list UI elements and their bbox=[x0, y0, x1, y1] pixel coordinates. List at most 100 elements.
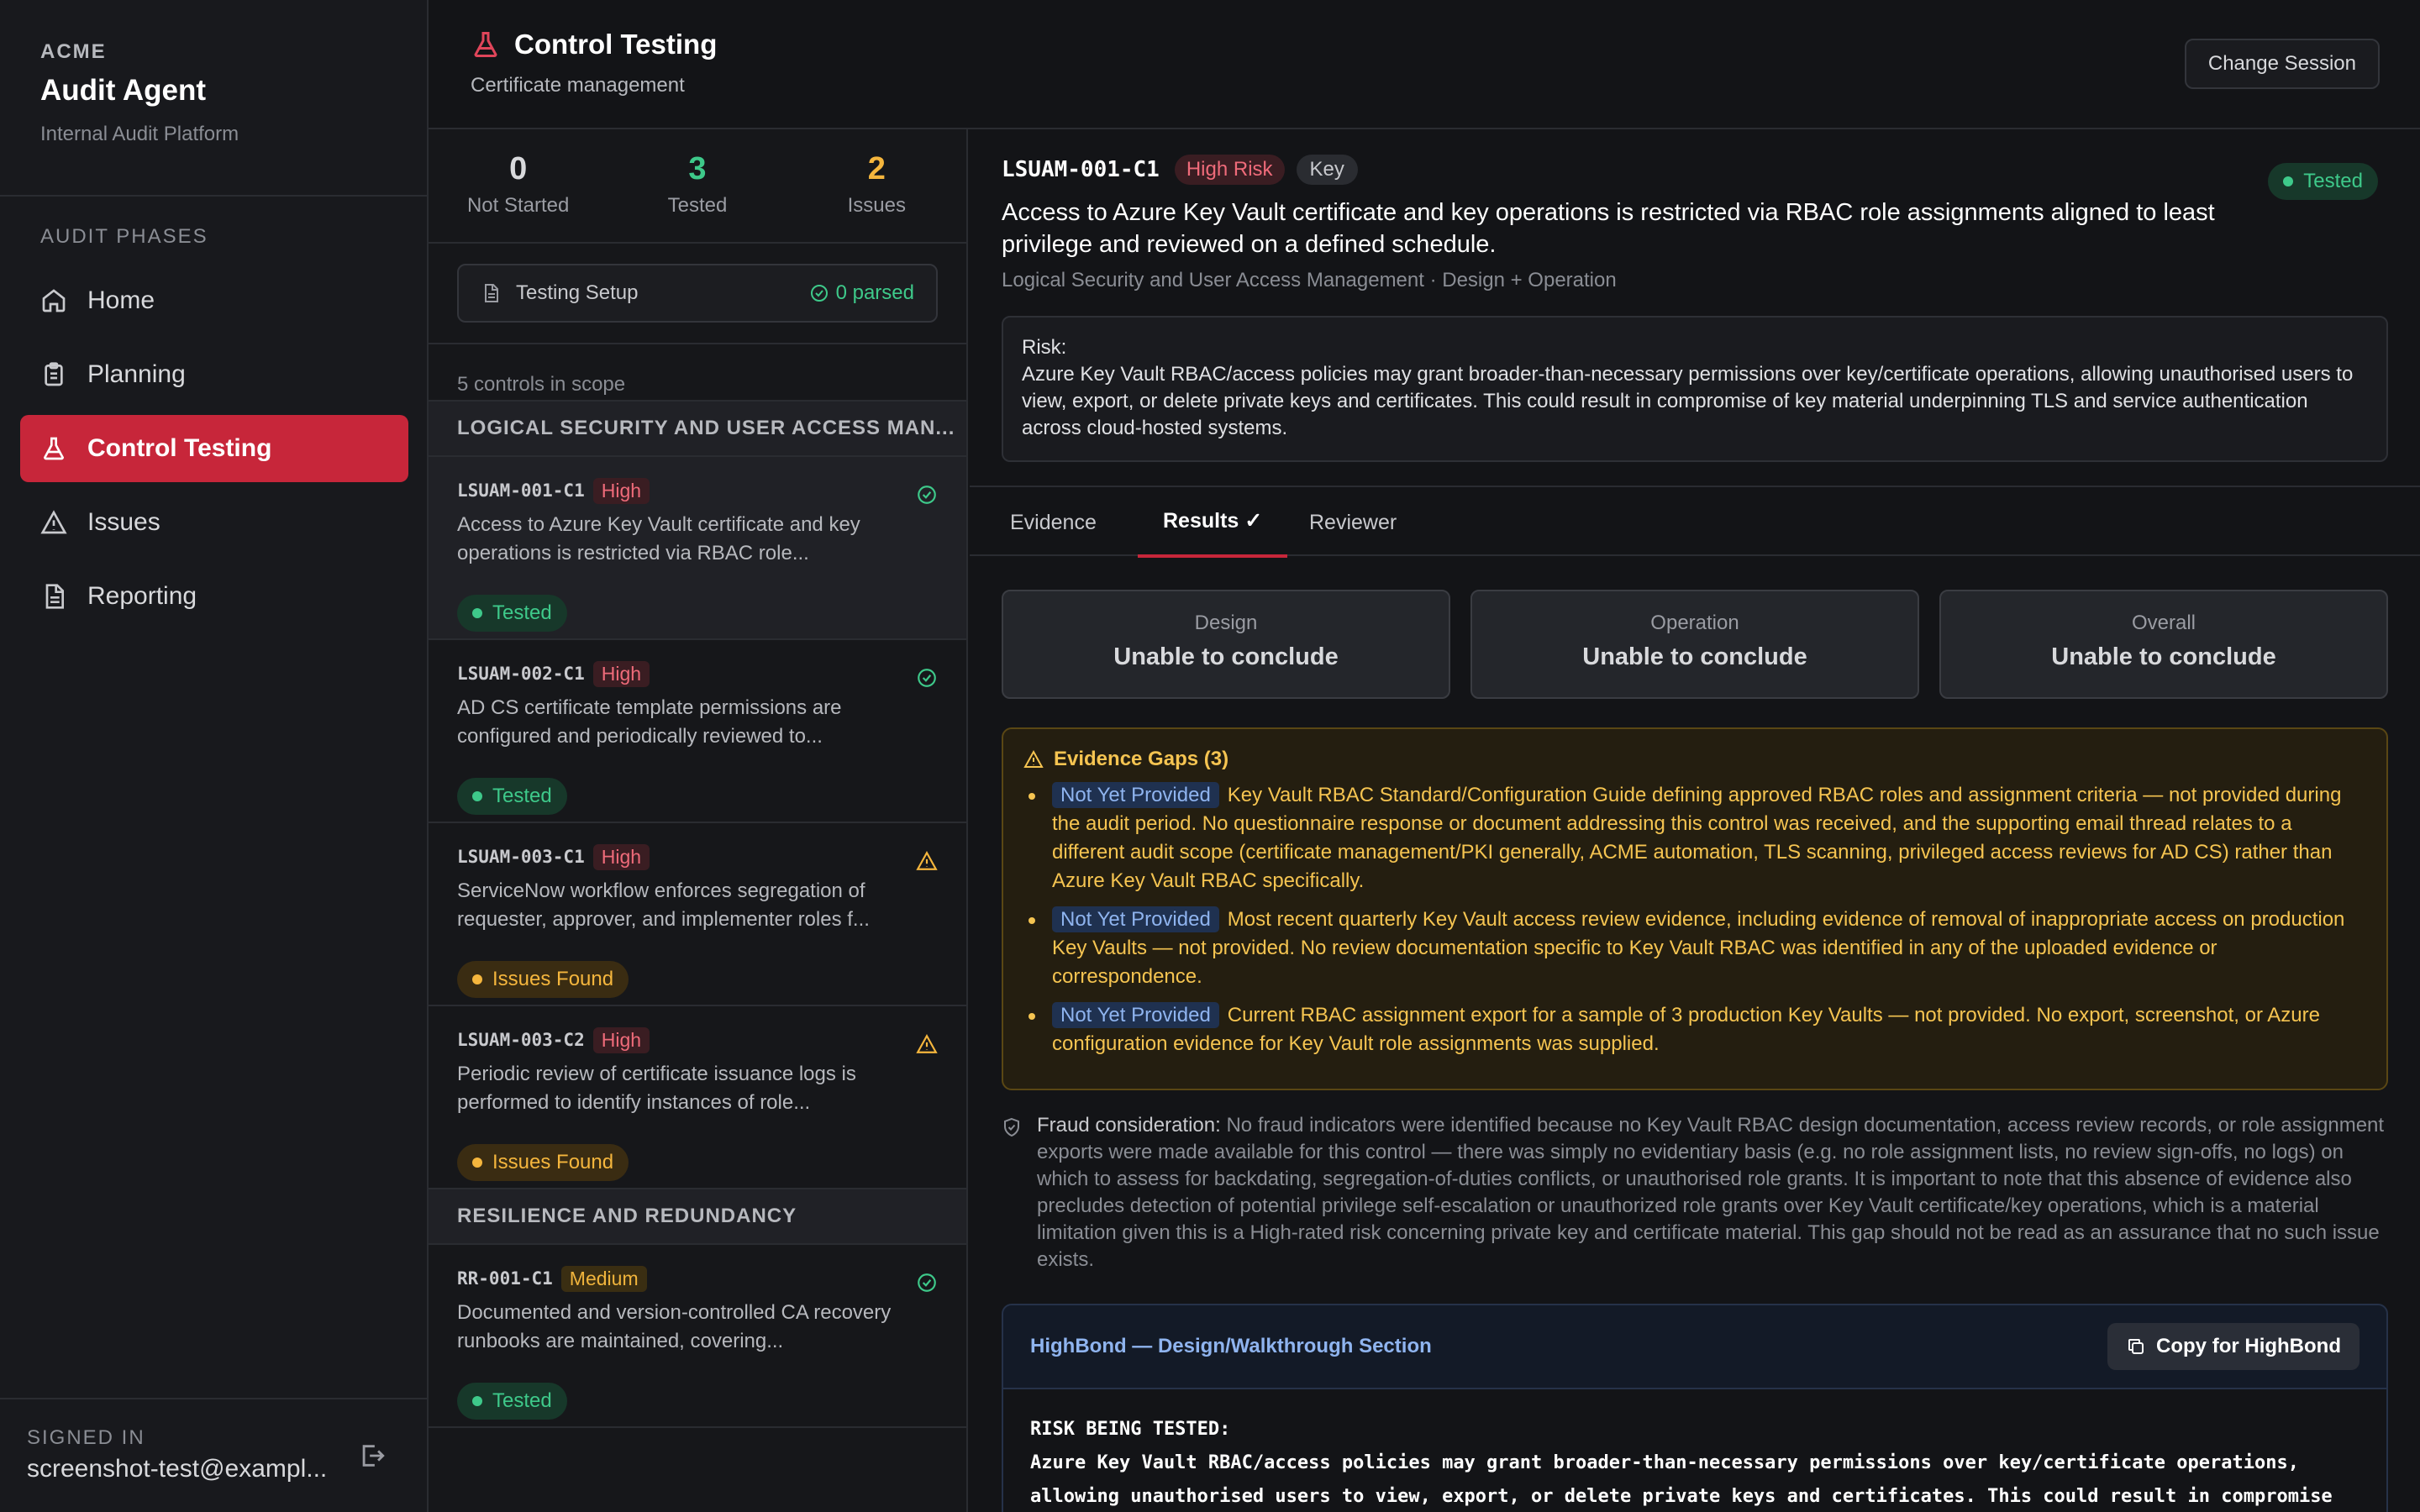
control-item[interactable]: LSUAM-001-C1 High Access to Azure Key Vau… bbox=[429, 457, 966, 640]
sidebar-item-label: Control Testing bbox=[87, 434, 272, 462]
fraud-consideration: Fraud consideration: No fraud indicators… bbox=[1002, 1112, 2396, 1273]
gap-tag: Not Yet Provided bbox=[1052, 782, 1219, 808]
evidence-gap-item: Not Yet Provided Most recent quarterly Ke… bbox=[1023, 906, 2366, 991]
fraud-text: No fraud indicators were identified beca… bbox=[1037, 1114, 2385, 1271]
rating-badge: High bbox=[592, 477, 650, 504]
key-badge: Key bbox=[1296, 155, 1358, 185]
control-item[interactable]: LSUAM-003-C2 High Periodic review of cert… bbox=[429, 1006, 966, 1189]
gap-text: Key Vault RBAC Standard/Configuration Gu… bbox=[1052, 784, 2342, 892]
gap-tag: Not Yet Provided bbox=[1052, 1002, 1219, 1028]
brand: ACME Audit Agent Internal Audit Platform bbox=[0, 0, 427, 146]
app-subtitle: Internal Audit Platform bbox=[40, 123, 239, 145]
risk-box: Risk: Azure Key Vault RBAC/access polici… bbox=[1002, 316, 2388, 462]
control-desc: Periodic review of certificate issuance … bbox=[457, 1063, 856, 1114]
control-item[interactable]: LSUAM-003-C1 High ServiceNow workflow enf… bbox=[429, 823, 966, 1006]
tab-results[interactable]: Results ✓ bbox=[1138, 487, 1288, 558]
stat-issues: 2 Issues bbox=[787, 129, 966, 242]
page-header: Control Testing Certificate management C… bbox=[429, 0, 2420, 129]
gap-text: Current RBAC assignment export for a sam… bbox=[1052, 1004, 2320, 1055]
rating-badge: High bbox=[592, 660, 650, 687]
control-desc: ServiceNow workflow enforces segregation… bbox=[457, 879, 870, 931]
control-id: RR-001-C1 bbox=[457, 1268, 553, 1289]
check-circle-icon bbox=[918, 486, 936, 504]
detail-header: LSUAM-001-C1 High Risk Key bbox=[1002, 155, 1358, 185]
result-operation: Operation Unable to conclude bbox=[1470, 590, 1919, 699]
shield-check-icon bbox=[1004, 1117, 1019, 1137]
home-icon bbox=[42, 289, 66, 312]
highbond-text[interactable]: RISK BEING TESTED: Azure Key Vault RBAC/… bbox=[1003, 1389, 2386, 1512]
sidebar-item-reporting[interactable]: Reporting bbox=[20, 563, 408, 630]
stat-value: 0 bbox=[509, 151, 528, 186]
copy-for-highbond-button[interactable]: Copy for HighBond bbox=[2107, 1323, 2360, 1370]
group-header[interactable]: RESILIENCE AND REDUNDANCY bbox=[429, 1189, 966, 1245]
control-id: LSUAM-003-C2 bbox=[457, 1030, 585, 1050]
evidence-gap-item: Not Yet Provided Key Vault RBAC Standard/… bbox=[1023, 781, 2366, 895]
app-title: Audit Agent bbox=[40, 74, 206, 107]
result-overall: Overall Unable to conclude bbox=[1939, 590, 2388, 699]
gap-tag: Not Yet Provided bbox=[1052, 906, 1219, 932]
sidebar-item-label: Reporting bbox=[87, 582, 197, 610]
org-name: ACME bbox=[40, 40, 107, 63]
control-item[interactable]: LSUAM-002-C1 High AD CS certificate templ… bbox=[429, 640, 966, 823]
copy-label: Copy for HighBond bbox=[2156, 1335, 2341, 1357]
control-meta: Logical Security and User Access Managem… bbox=[1002, 269, 1617, 291]
tab-evidence[interactable]: Evidence bbox=[990, 487, 1117, 558]
status-text: Tested bbox=[492, 1389, 552, 1412]
parsed-count: 0 parsed bbox=[835, 281, 914, 304]
sidebar-item-planning[interactable]: Planning bbox=[20, 341, 408, 408]
risk-label: Risk: bbox=[1022, 336, 1067, 359]
sidebar: ACME Audit Agent Internal Audit Platform… bbox=[0, 0, 429, 1512]
check-circle-icon bbox=[918, 669, 936, 687]
status-badge: Issues Found bbox=[457, 1144, 629, 1181]
control-detail-panel: LSUAM-001-C1 High Risk Key Tested Access… bbox=[970, 129, 2420, 1512]
testing-setup-label: Testing Setup bbox=[516, 281, 639, 304]
gap-text: Most recent quarterly Key Vault access r… bbox=[1052, 908, 2345, 988]
group-header[interactable]: LOGICAL SECURITY AND USER ACCESS MAN... bbox=[429, 402, 966, 457]
sidebar-item-label: Home bbox=[87, 286, 155, 314]
page-title: Control Testing bbox=[471, 29, 717, 60]
results-summary: Design Unable to conclude Operation Unab… bbox=[1002, 590, 2388, 699]
stat-value: 3 bbox=[688, 151, 707, 186]
status-badge: Tested bbox=[457, 1383, 567, 1420]
change-session-button[interactable]: Change Session bbox=[2184, 39, 2380, 89]
evidence-gaps-title: Evidence Gaps (3) bbox=[1054, 748, 1229, 770]
evidence-gaps-heading: Evidence Gaps (3) bbox=[1023, 748, 2366, 771]
highbond-line: Azure Key Vault RBAC/access policies may… bbox=[1030, 1452, 2299, 1473]
page-title-text: Control Testing bbox=[514, 29, 718, 60]
result-value: Unable to conclude bbox=[1113, 643, 1339, 670]
status-text: Tested bbox=[2303, 170, 2363, 192]
control-desc: AD CS certificate template permissions a… bbox=[457, 696, 842, 748]
control-item[interactable]: RR-001-C1 Medium Documented and version-c… bbox=[429, 1245, 966, 1428]
result-design: Design Unable to conclude bbox=[1002, 590, 1450, 699]
logout-icon[interactable] bbox=[358, 1441, 387, 1470]
status-text: Tested bbox=[492, 785, 552, 807]
warning-icon bbox=[40, 510, 67, 534]
sidebar-divider bbox=[0, 195, 427, 197]
status-text: Issues Found bbox=[492, 1151, 614, 1173]
tab-reviewer[interactable]: Reviewer bbox=[1289, 487, 1417, 558]
detail-control-id: LSUAM-001-C1 bbox=[1002, 157, 1160, 182]
stat-label: Not Started bbox=[466, 194, 570, 217]
control-id: LSUAM-003-C1 bbox=[457, 847, 585, 867]
warning-icon bbox=[916, 851, 938, 870]
result-label: Operation bbox=[1650, 612, 1739, 634]
sidebar-item-issues[interactable]: Issues bbox=[20, 489, 408, 556]
page-subtitle: Certificate management bbox=[471, 74, 685, 97]
status-badge: Tested bbox=[457, 778, 567, 815]
result-label: Overall bbox=[2131, 612, 2196, 634]
flask-icon bbox=[474, 32, 497, 57]
fraud-label: Fraud consideration: bbox=[1037, 1114, 1221, 1137]
sidebar-nav: Home Planning Control Testing Issues Rep… bbox=[20, 267, 408, 637]
document-icon bbox=[485, 284, 498, 302]
sidebar-item-control-testing[interactable]: Control Testing bbox=[20, 415, 408, 482]
testing-setup-button[interactable]: Testing Setup 0 parsed bbox=[457, 264, 938, 323]
result-value: Unable to conclude bbox=[2051, 643, 2276, 670]
sidebar-item-home[interactable]: Home bbox=[20, 267, 408, 334]
detail-tabs: Evidence Results ✓ Reviewer bbox=[970, 486, 2420, 558]
stat-tested: 3 Tested bbox=[608, 129, 786, 242]
flask-icon bbox=[43, 437, 65, 460]
warning-icon bbox=[1023, 749, 1044, 768]
status-badge: Tested bbox=[457, 595, 567, 632]
stat-label: Tested bbox=[667, 194, 728, 217]
evidence-gap-item: Not Yet Provided Current RBAC assignment … bbox=[1023, 1001, 2366, 1058]
